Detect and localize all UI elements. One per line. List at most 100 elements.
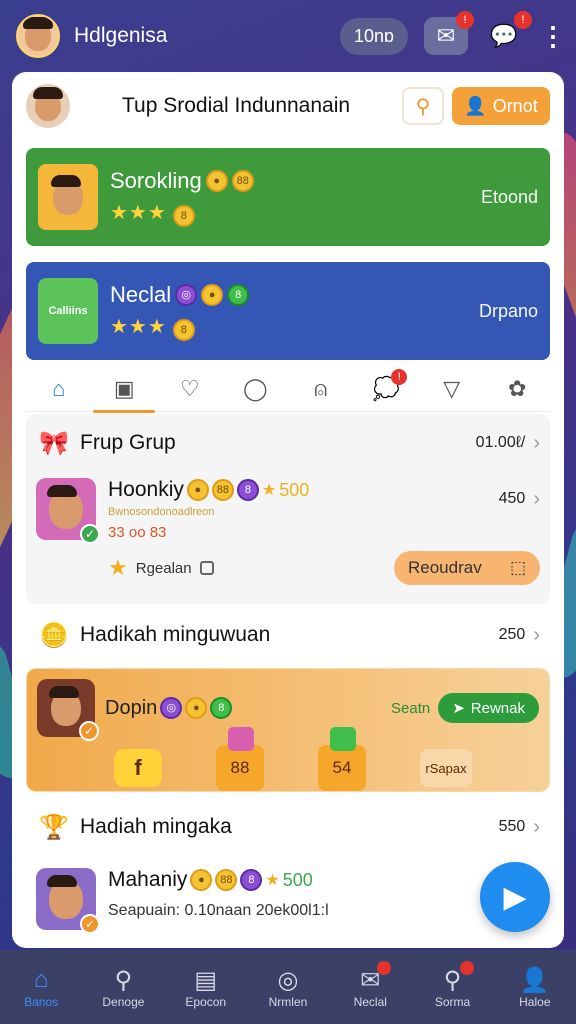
nav-item-search[interactable]: ⚲ Denoge <box>88 965 158 1010</box>
search-icon: ⚲ <box>114 966 133 994</box>
gift-item[interactable]: 88 <box>216 727 264 791</box>
banner-neclal[interactable]: Calliins Neclal ◎ ● 8 ★★★ 8 Drpano <box>26 262 550 360</box>
banner-action[interactable]: Etoond <box>481 187 538 208</box>
nav-label: Epocon <box>185 995 227 1009</box>
tab-messages[interactable]: 💭! <box>363 368 409 409</box>
account-button-label: Ornot <box>492 95 538 116</box>
gift-label: 88 <box>230 758 250 777</box>
tab-chat[interactable]: ◯ <box>232 369 278 409</box>
coin-icon: 8 <box>173 318 196 341</box>
tab-profile[interactable]: ⍝ <box>298 369 344 409</box>
search-icon: ⚲ <box>415 95 431 118</box>
tab-badge[interactable]: ✿ <box>494 369 540 409</box>
balance-pill[interactable]: 10nɒ <box>339 17 408 55</box>
person-icon: ⍝ <box>314 375 328 401</box>
chat-button[interactable]: 💬 ! <box>482 11 532 55</box>
nav-item-home[interactable]: ⌂ Banos <box>6 965 76 1009</box>
coin-icon: 88 <box>231 169 254 192</box>
nav-item-profile[interactable]: 👤 Haloe <box>500 965 570 1010</box>
shield-icon: ▽ <box>443 375 461 401</box>
coin-icon: ● <box>190 869 213 891</box>
star-icon: ★ <box>261 482 277 499</box>
account-button[interactable]: 👤 Ornot <box>452 87 550 125</box>
search-button[interactable]: ⚲ <box>402 87 444 125</box>
nav-label: Sorma <box>434 995 471 1009</box>
reward-button-label: Reoudrav <box>408 558 482 577</box>
notification-dot: ! <box>514 11 532 29</box>
play-button[interactable]: ▶ <box>480 862 550 932</box>
tab-favorites[interactable]: ♡ <box>167 369 213 409</box>
gift-item[interactable]: f <box>114 749 162 787</box>
chat-icon: ◎ <box>277 966 299 994</box>
tab-home[interactable]: ⌂ <box>36 369 82 409</box>
chat-icon: 💬 <box>490 23 518 48</box>
weekly-title: Hadikah minguwuan <box>80 623 271 646</box>
coin-icon: 8 <box>173 204 196 227</box>
trophy-icon: 🏆 <box>39 813 69 841</box>
tab-shield[interactable]: ▽ <box>429 369 475 409</box>
coin-icon: 8 <box>210 697 233 719</box>
chevron-right-icon: › <box>533 431 540 454</box>
monthly-value: 550 <box>498 818 526 835</box>
play-icon: ▶ <box>503 880 527 914</box>
top-bar: Hdlgenisa 10nɒ ✉ ! 💬 ! ⋮ <box>0 0 576 72</box>
banner-title: Sorokling <box>110 167 202 193</box>
home-icon: ⌂ <box>52 375 66 401</box>
rating-stars: ★★★ 8 <box>110 314 479 341</box>
inbox-button[interactable]: ✉ ! <box>424 11 474 55</box>
game-logo: Calliins <box>38 278 98 344</box>
gold-promo[interactable]: ✓ Dopin ◎ ● 8 Seatn ➤ Rewnak f 88 54 rSapax <box>26 668 550 792</box>
verified-icon: ✓ <box>80 524 100 544</box>
nav-label: Denoge <box>102 995 145 1009</box>
nav-item-messages[interactable]: ✉ Neclal <box>335 961 405 1009</box>
search-badge-icon: ⚲ <box>443 966 462 994</box>
nav-item-explore[interactable]: ⚲ Sorma <box>418 961 488 1009</box>
gift-item[interactable]: rSapax <box>420 749 472 787</box>
chevron-right-icon: › <box>533 815 540 838</box>
user-value: 450 <box>498 490 526 507</box>
notification-dot: ! <box>456 11 474 29</box>
checkbox-icon <box>199 561 214 575</box>
card-icon: ▣ <box>113 375 135 401</box>
banner-avatar <box>38 164 98 230</box>
list-item[interactable]: ✓ Hoonkiy ● 88 8 ★ 500 Bwnosondonoadlreon 33… <box>26 472 550 547</box>
banner-title: Neclal <box>110 281 172 307</box>
more-menu-icon[interactable]: ⋮ <box>540 21 566 52</box>
banner-action[interactable]: Drpano <box>479 301 538 322</box>
weekly-section[interactable]: 🪙 Hadikah minguwuan 250 › <box>26 606 550 666</box>
user2-row[interactable]: ✓ Mahaniy ● 88 8 ★ 500 Seapuain: 0.10naan 20… <box>26 862 550 942</box>
user-score: 500 <box>279 479 310 500</box>
badge-icon: ✓ <box>80 914 100 934</box>
reward-button[interactable]: Reoudrav ⬚ <box>394 551 540 585</box>
gift-icon: ⬚ <box>509 558 526 577</box>
arrow-icon: ➤ <box>452 700 465 717</box>
monthly-section[interactable]: 🏆 Hadiah mingaka 550 › <box>26 798 550 858</box>
coin-bag-icon: 🪙 <box>39 621 69 649</box>
nav-item-chat[interactable]: ◎ Nrmlen <box>253 965 323 1010</box>
profile-icon: 👤 <box>519 966 550 994</box>
monthly-title: Hadiah mingaka <box>80 815 232 838</box>
user-icon: 👤 <box>464 95 487 116</box>
nav-label: Nrmlen <box>268 995 308 1009</box>
user-avatar: ✓ <box>36 478 100 544</box>
bubble-icon: ◯ <box>242 375 268 401</box>
nav-item-card[interactable]: ▤ Epocon <box>171 965 241 1010</box>
user-avatar: ✓ <box>36 868 100 934</box>
coin-icon: 8 <box>236 479 259 501</box>
notification-dot: ! <box>391 368 408 385</box>
badge-icon: ✿ <box>508 375 527 401</box>
coin-icon: ● <box>185 697 208 719</box>
rating-stars: ★★★ 8 <box>110 200 481 227</box>
gift-item[interactable]: 54 <box>318 727 366 791</box>
group-header[interactable]: 🎀 Frup Grup 01.00ℓ/ › <box>26 414 550 472</box>
claim-reward-button[interactable]: ➤ Rewnak <box>438 693 539 723</box>
banner-sorokling[interactable]: Sorokling ● 88 ★★★ 8 Etoond <box>26 148 550 246</box>
tab-card[interactable]: ▣ <box>93 369 156 413</box>
avatar[interactable] <box>16 14 60 58</box>
inbox-icon: ✉ <box>436 23 456 48</box>
gift-label: 54 <box>332 758 352 777</box>
avatar[interactable] <box>26 84 70 128</box>
app-title: Hdlgenisa <box>74 24 168 47</box>
coin-icon: ● <box>201 283 224 306</box>
filter-chip[interactable]: ★ Rgealan <box>108 555 214 581</box>
